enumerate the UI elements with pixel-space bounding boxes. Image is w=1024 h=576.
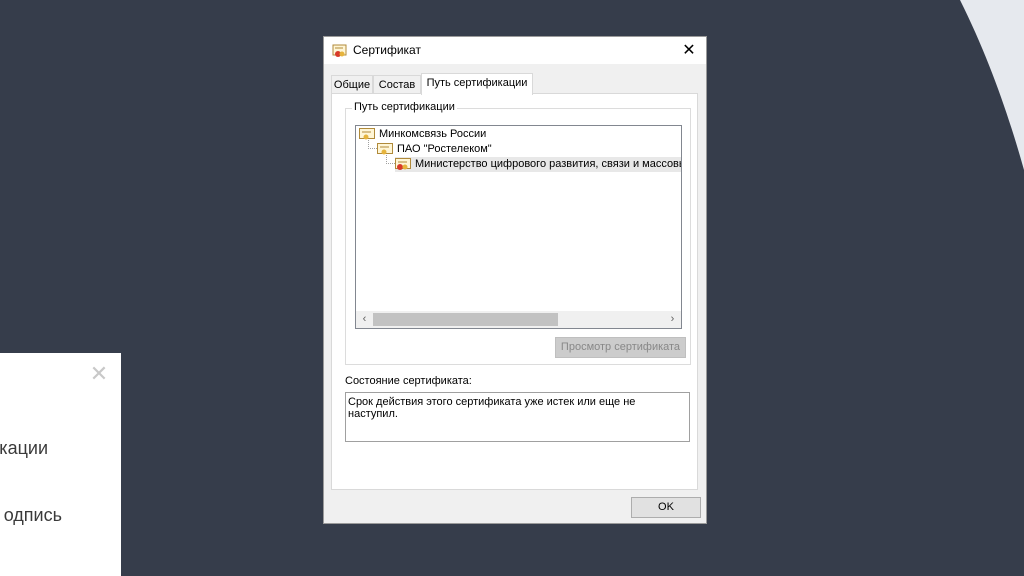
tree-item-root[interactable]: Минкомсвязь России [359, 127, 486, 142]
certificate-icon [359, 128, 375, 140]
close-icon: ✕ [682, 42, 696, 59]
tab-details[interactable]: Состав [373, 75, 421, 93]
title-bar: Сертификат ✕ [324, 37, 706, 64]
certificate-dialog: Сертификат ✕ Общие Состав Путь сертифика… [323, 36, 707, 524]
close-button[interactable]: ✕ [672, 37, 706, 64]
certification-path-group: Путь сертификации Минкомсвязь России ПАО… [345, 101, 691, 365]
tab-certification-path[interactable]: Путь сертификации [421, 73, 533, 95]
certificate-error-icon [395, 158, 411, 170]
scroll-left-icon[interactable]: ‹ [356, 311, 373, 328]
tree-connector [368, 148, 377, 149]
certificate-status-label: Состояние сертификата: [345, 375, 472, 387]
background-panel-text-1: кации [0, 438, 48, 458]
background-panel-text-2: одпись [3, 505, 62, 525]
tab-panel: Путь сертификации Минкомсвязь России ПАО… [331, 93, 698, 490]
horizontal-scrollbar[interactable]: ‹ › [356, 311, 681, 328]
scroll-thumb[interactable] [373, 313, 558, 326]
certificate-tree[interactable]: Минкомсвязь России ПАО "Ростелеком" Мини… [355, 125, 682, 329]
tree-item-leaf[interactable]: Министерство цифрового развития, связи и… [395, 157, 681, 172]
group-label: Путь сертификации [352, 101, 457, 113]
scroll-right-icon[interactable]: › [664, 311, 681, 328]
certificate-icon [332, 44, 347, 57]
tree-connector [386, 163, 395, 164]
background-close-icon: ✕ [89, 361, 109, 386]
view-certificate-button[interactable]: Просмотр сертификата [555, 337, 686, 358]
dialog-title: Сертификат [353, 43, 421, 57]
ok-button[interactable]: OK [631, 497, 701, 518]
tree-item-intermediate[interactable]: ПАО "Ростелеком" [377, 142, 492, 157]
background-panel [0, 353, 121, 576]
tab-general[interactable]: Общие [331, 75, 373, 93]
certificate-icon [377, 143, 393, 155]
certificate-status-text: Срок действия этого сертификата уже исте… [345, 392, 690, 442]
